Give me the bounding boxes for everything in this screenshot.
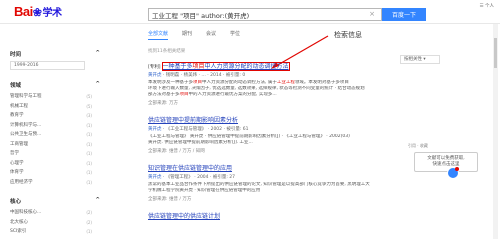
sidebar-item-field[interactable]: 计算机科学与... (1) — [10, 121, 100, 131]
sidebar-item-field[interactable]: 心理学 (1) — [10, 159, 100, 169]
result-abstract: 黄开虎. 供应链管理中提前期影响因素分析[J]. 工业... — [148, 140, 253, 145]
result-meta: 黄开虎 · 钱明磊 · 杨美炜 · … · 2014 · 被引量: 0 — [148, 73, 246, 78]
scrollbar-thumb[interactable] — [494, 38, 497, 68]
collapse-icon[interactable]: ^ — [95, 50, 100, 58]
result-source[interactable]: 全部来源: 维普 / 万方 — [148, 196, 448, 202]
sidebar-item-field[interactable]: 应用经济学 (1) — [10, 178, 100, 188]
result-item: [专利] 一种基于多项目中人力资源分配的动态调控方法 黄开虎 · 钱明磊 · 杨美… — [148, 61, 448, 106]
field-list: 管理科学与工程 (5) 机械工程 (5) 教育学 (3) 计算机科学与... (1) 公… — [10, 92, 100, 187]
sidebar-item-field[interactable]: 体育学 (1) — [10, 168, 100, 178]
chat-icon[interactable] — [447, 167, 459, 179]
author-link[interactable]: 黄开虎 — [148, 127, 162, 132]
sidebar-item-field[interactable]: 教育学 (3) — [10, 111, 100, 121]
scrollbar[interactable] — [493, 24, 498, 239]
result-meta: 黄开虎 · 《管理工程》 · 2004 · 被引量: 27 — [148, 175, 235, 180]
result-list: 找到11条相关结果 [专利] 一种基于多项目中人力资源分配的动态调控方法 黄开虎 … — [148, 48, 448, 229]
core-section-title: 核心 ^ — [10, 197, 100, 205]
sidebar: 时间 ^ 1999-2016 领域 ^ 管理科学与工程 (5) 机械工程 (5) 教育学… — [10, 50, 100, 237]
sidebar-item-field[interactable]: 机械工程 (5) — [10, 102, 100, 112]
sidebar-item-core[interactable]: 中国科技核心... (2) — [10, 208, 100, 218]
result-tools: 引用 · 收藏 — [408, 143, 428, 148]
sidebar-item-field[interactable]: 公共卫生与预... (1) — [10, 130, 100, 140]
author-link[interactable]: 黄开虎 — [148, 175, 162, 180]
field-section-title: 领域 ^ — [10, 81, 100, 89]
result-title[interactable]: 供应链管理中的供应链计划 — [148, 211, 448, 220]
result-source[interactable]: 全部来源: 维普 / 万方 / 知网 — [148, 148, 448, 154]
result-item: 供应链管理中的供应链计划 — [148, 211, 448, 220]
cite-button[interactable]: 引用 — [408, 143, 416, 148]
sidebar-item-field[interactable]: 工商管理 (1) — [10, 140, 100, 150]
collapse-icon[interactable]: ^ — [95, 197, 100, 205]
result-item: 供应链管理中提前期影响因素分析 黄开虎 · 《工业工程与管理》 · 2002 ·… — [148, 115, 448, 154]
result-title[interactable]: [专利] 一种基于多项目中人力资源分配的动态调控方法 — [148, 61, 448, 71]
time-range-input[interactable]: 1999-2016 — [10, 61, 85, 70]
result-abstract: 部方法对基于多项目中的人力资源进行最优方案的分配, 实现多... — [148, 92, 277, 97]
free-download-tip[interactable]: 文献可以免费获取, 快速点击这里 — [414, 152, 478, 172]
tip-line-2: 快速点击这里 — [432, 162, 460, 167]
time-section-title: 时间 ^ — [10, 50, 100, 58]
result-abstract: 学机械工程学院黄开虎 · 知识管理在供应链管理中的应用 — [148, 188, 261, 193]
result-title[interactable]: 供应链管理中提前期影响因素分析 — [148, 115, 448, 124]
result-count: 找到11条相关结果 — [148, 49, 186, 54]
result-source[interactable]: 全部来源: 万方 — [148, 100, 448, 106]
collapse-icon[interactable]: ^ — [95, 81, 100, 89]
sidebar-item-core[interactable]: SCI索引 (1) — [10, 227, 100, 237]
result-item: 知识管理在供应链管理中的应用 黄开虎 · 《管理工程》 · 2004 · 被引量… — [148, 163, 448, 202]
notification-dot — [455, 167, 459, 171]
result-meta: 黄开虎 · 《工业工程与管理》 · 2002 · 被引量: 61 — [148, 127, 249, 132]
sidebar-item-field[interactable]: 哲学 (1) — [10, 149, 100, 159]
sidebar-item-field[interactable]: 管理科学与工程 (5) — [10, 92, 100, 102]
author-link[interactable]: 黄开虎 — [148, 73, 162, 78]
core-list: 中国科技核心... (2) 北大核心 (2) SCI索引 (1) — [10, 208, 100, 237]
result-title[interactable]: 知识管理在供应链管理中的应用 — [148, 163, 448, 172]
collect-button[interactable]: 收藏 — [420, 143, 428, 148]
sidebar-item-core[interactable]: 北大核心 (2) — [10, 218, 100, 228]
